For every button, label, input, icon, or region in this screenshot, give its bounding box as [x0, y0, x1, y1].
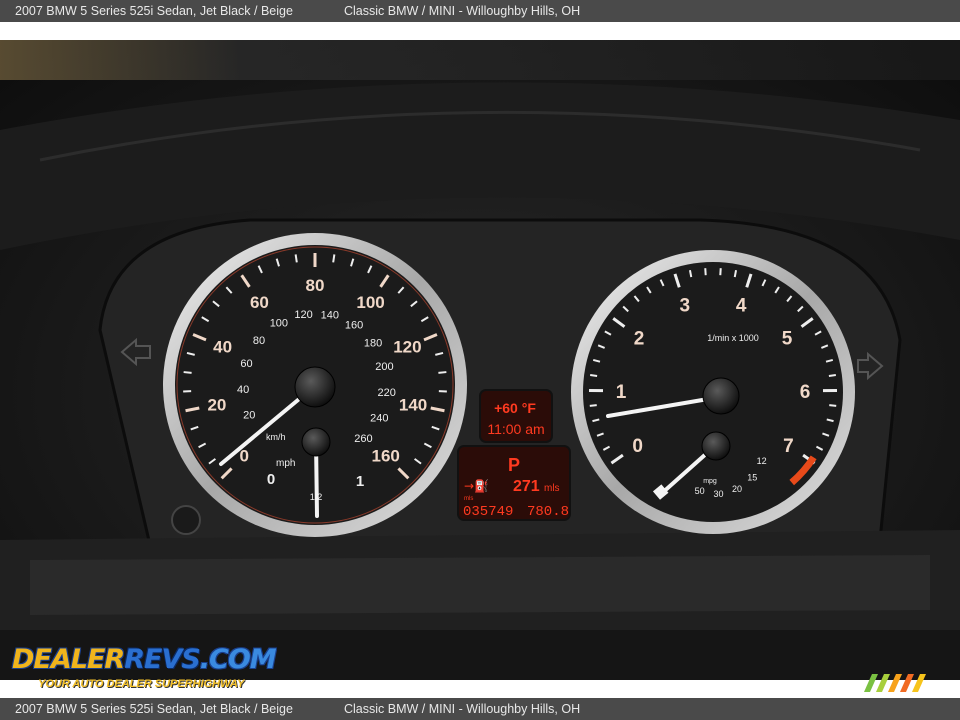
rpm-tick: [589, 404, 597, 407]
speed-tick: [183, 371, 192, 374]
rpm-tick: [733, 269, 738, 278]
fuel-label-empty: 0: [267, 471, 275, 488]
speed-needle-hub: [294, 366, 336, 408]
fuel-needle-hub: [301, 427, 331, 457]
range-readout: 271: [513, 478, 540, 495]
rpm-label: 4: [736, 295, 747, 316]
mph-label: 100: [356, 293, 384, 312]
rpm-label: 3: [679, 295, 690, 316]
unit-kmh: km/h: [266, 432, 286, 442]
kmh-label: 160: [345, 319, 363, 331]
economy-label: 30: [714, 489, 724, 499]
trip-reset-knob: [171, 505, 201, 535]
economy-label: 12: [757, 456, 767, 466]
kmh-label: 260: [354, 433, 372, 445]
rpm-tick: [590, 374, 598, 377]
gear-indicator: P: [508, 455, 520, 475]
kmh-label: 40: [237, 384, 249, 396]
kmh-label: 80: [253, 335, 265, 347]
kmh-label: 220: [377, 387, 395, 399]
odometer-unit: mls: [464, 496, 473, 502]
speedometer: 020406080100120140160 20406080100120 1401…: [163, 233, 467, 537]
kmh-label: 180: [364, 337, 382, 349]
fuel-pump-icon: →⛽: [464, 479, 489, 493]
temperature-readout: +60 °F: [494, 400, 536, 416]
rpm-label: 1: [616, 382, 627, 403]
mph-label: 120: [393, 338, 421, 357]
mph-label: 80: [306, 276, 325, 295]
kmh-label: 140: [321, 310, 339, 322]
range-unit: mls: [544, 483, 560, 494]
caption-bar-bottom: 2007 BMW 5 Series 525i Sedan, Jet Black …: [0, 698, 960, 720]
economy-label: 15: [747, 472, 757, 482]
economy-label: 20: [732, 484, 742, 494]
clock-readout: 11:00 am: [487, 421, 544, 437]
fuel-label-full: 1: [356, 473, 364, 490]
mph-label: 60: [250, 293, 269, 312]
rpm-label: 0: [632, 436, 643, 457]
trip-readout: 780.8: [527, 504, 569, 520]
stripes-logo-icon: [864, 674, 926, 692]
mph-label: 140: [399, 396, 427, 415]
dealer-caption: Classic BMW / MINI - Willoughby Hills, O…: [344, 4, 581, 18]
kmh-label: 240: [370, 412, 388, 424]
odometer-readout: 035749: [463, 504, 513, 520]
instrument-cluster-photo: 0 20 40 60 80 100 120 140 160 20 40 60 80 100 120 140 1…: [0, 40, 960, 680]
economy-needle-hub: [701, 431, 731, 461]
vehicle-caption-bottom: 2007 BMW 5 Series 525i Sedan, Jet Black …: [15, 702, 293, 716]
speed-tick: [438, 371, 447, 374]
kmh-label: 120: [294, 309, 312, 321]
rpm-label: 6: [800, 382, 811, 403]
tach-unit: 1/min x 1000: [707, 333, 759, 343]
economy-unit: mpg: [703, 478, 717, 485]
watermark-logo: DEALERREVS.COM: [12, 644, 277, 675]
kmh-label: 20: [243, 409, 255, 421]
rpm-label: 2: [634, 328, 645, 349]
speed-tick: [332, 254, 336, 263]
dealerrevs-watermark: DEALERREVS.COM YOUR AUTO DEALER SUPERHIG…: [12, 622, 277, 694]
rpm-tick: [688, 269, 693, 278]
economy-label: 50: [695, 486, 705, 496]
kmh-label: 100: [270, 318, 288, 330]
rpm-tick: [829, 404, 837, 407]
mph-label: 20: [207, 396, 226, 415]
caption-bar-top: 2007 BMW 5 Series 525i Sedan, Jet Black …: [0, 0, 960, 22]
kmh-label: 60: [240, 358, 252, 370]
kmh-label: 200: [375, 361, 393, 373]
tachometer: 0123 4567 1/min x 1000 50 30 201512 mpg: [571, 250, 855, 534]
vehicle-caption: 2007 BMW 5 Series 525i Sedan, Jet Black …: [15, 4, 293, 18]
speed-tick: [294, 254, 298, 263]
rpm-needle-hub: [702, 377, 740, 415]
mph-label: 160: [372, 447, 400, 466]
rpm-label: 7: [783, 436, 794, 457]
mph-label: 40: [213, 338, 232, 357]
dealer-caption-bottom: Classic BMW / MINI - Willoughby Hills, O…: [344, 702, 581, 716]
watermark-tagline: YOUR AUTO DEALER SUPERHIGHWAY: [38, 678, 245, 690]
rpm-label: 5: [782, 328, 793, 349]
unit-mph: mph: [276, 458, 295, 469]
rpm-tick: [828, 374, 836, 377]
